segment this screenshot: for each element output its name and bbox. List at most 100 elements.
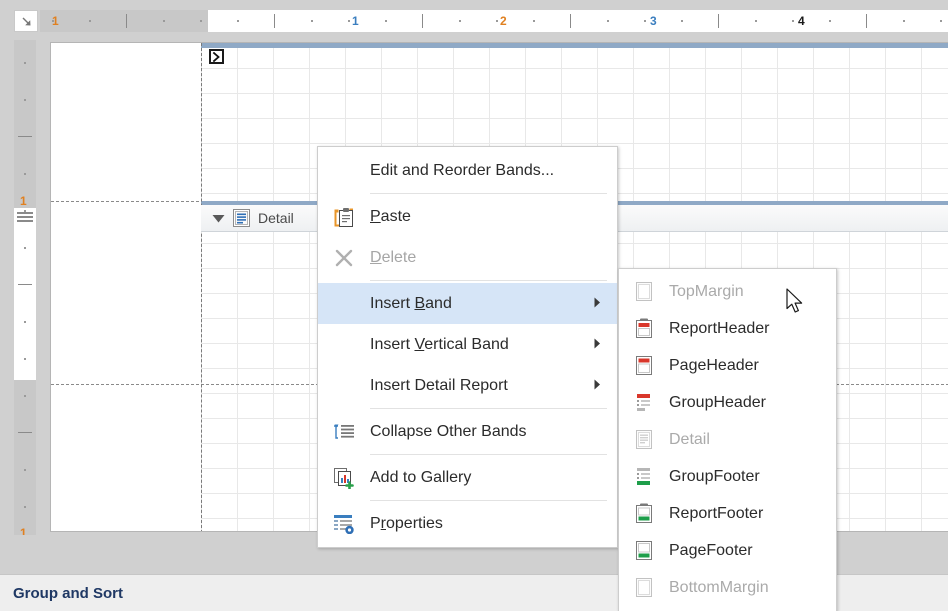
horizontal-ruler[interactable]: 11234 xyxy=(0,10,948,32)
submenu-item-label: GroupFooter xyxy=(669,468,760,486)
submenu-arrow-icon xyxy=(594,377,601,395)
paste-icon xyxy=(318,196,370,237)
menu-item-insert-detail-report[interactable]: Insert Detail Report xyxy=(318,365,617,406)
ruler-tick xyxy=(533,20,535,22)
menu-item-icon-spacer xyxy=(318,283,370,324)
submenu-item-topmargin: TopMargin xyxy=(619,273,836,310)
ruler-tick xyxy=(829,20,831,22)
menu-item-label: Paste xyxy=(370,208,411,226)
chevron-right-icon xyxy=(212,52,221,62)
ruler-number: 1 xyxy=(352,12,359,30)
menu-item-edit-and-reorder-bands[interactable]: Edit and Reorder Bands... xyxy=(318,150,617,191)
ruler-tick xyxy=(422,14,423,28)
vertical-ruler[interactable]: 11 xyxy=(14,40,36,535)
submenu-item-pagefooter[interactable]: PageFooter xyxy=(619,532,836,569)
ruler-tick xyxy=(200,20,202,22)
submenu-item-bottommargin: BottomMargin xyxy=(619,569,836,606)
ruler-tick xyxy=(607,20,609,22)
menu-item-label: Insert Vertical Band xyxy=(370,336,509,354)
ruler-tick xyxy=(755,20,757,22)
submenu-item-label: ReportFooter xyxy=(669,505,763,523)
submenu-item-label: GroupHeader xyxy=(669,394,766,412)
horizontal-ruler-track[interactable]: 11234 xyxy=(40,10,948,32)
ruler-number: 1 xyxy=(20,528,27,535)
ruler-tick xyxy=(274,14,275,28)
submenu-item-label: PageFooter xyxy=(669,542,753,560)
submenu-item-label: Detail xyxy=(669,431,710,449)
submenu-item-label: BottomMargin xyxy=(669,579,769,597)
topmargin-band-icon xyxy=(619,273,669,310)
pagefooter-band-icon xyxy=(619,532,669,569)
ruler-number: 4 xyxy=(798,12,805,30)
submenu-item-reportfooter[interactable]: ReportFooter xyxy=(619,495,836,532)
menu-separator xyxy=(370,454,607,455)
vertical-ruler-band-marker xyxy=(17,212,33,224)
smart-tag-button[interactable] xyxy=(209,49,224,64)
submenu-item-pageheader[interactable]: PageHeader xyxy=(619,347,836,384)
ruler-tick xyxy=(237,20,239,22)
add-to-gallery-icon xyxy=(318,457,370,498)
submenu-item-detail: Detail xyxy=(619,421,836,458)
ruler-tick xyxy=(24,358,26,360)
ruler-tick xyxy=(385,20,387,22)
detail-band-icon xyxy=(619,421,669,458)
ruler-tick xyxy=(18,284,32,285)
menu-item-icon-spacer xyxy=(318,365,370,406)
ruler-tick xyxy=(24,469,26,471)
band-context-menu[interactable]: Edit and Reorder Bands... Paste xyxy=(317,146,618,548)
submenu-arrow-icon xyxy=(594,295,601,313)
menu-item-insert-band[interactable]: Insert Band xyxy=(318,283,617,324)
ruler-tick xyxy=(348,20,350,22)
pageheader-band-icon xyxy=(619,347,669,384)
ruler-tick xyxy=(459,20,461,22)
submenu-item-reportheader[interactable]: ReportHeader xyxy=(619,310,836,347)
menu-item-icon-spacer xyxy=(318,324,370,365)
menu-item-label: Edit and Reorder Bands... xyxy=(370,162,554,180)
menu-item-label: Insert Detail Report xyxy=(370,377,508,395)
menu-item-icon-spacer xyxy=(318,150,370,191)
menu-item-paste[interactable]: Paste xyxy=(318,196,617,237)
submenu-item-label: PageHeader xyxy=(669,357,759,375)
reportheader-band-icon xyxy=(619,310,669,347)
ruler-tick xyxy=(570,14,571,28)
band-top-rail xyxy=(201,43,948,48)
menu-item-insert-vertical-band[interactable]: Insert Vertical Band xyxy=(318,324,617,365)
menu-item-add-to-gallery[interactable]: Add to Gallery xyxy=(318,457,617,498)
submenu-item-label: TopMargin xyxy=(669,283,744,301)
band-header-label: Detail xyxy=(258,210,294,226)
submenu-arrow-icon xyxy=(594,336,601,354)
detail-band-icon xyxy=(231,209,251,227)
ruler-tick xyxy=(24,506,26,508)
menu-item-properties[interactable]: Properties xyxy=(318,503,617,544)
menu-separator xyxy=(370,280,607,281)
menu-separator xyxy=(370,193,607,194)
ruler-number: 1 xyxy=(20,196,27,206)
ruler-tick xyxy=(89,20,91,22)
reportfooter-band-icon xyxy=(619,495,669,532)
ruler-tick xyxy=(644,20,646,22)
groupfooter-band-icon xyxy=(619,458,669,495)
triangle-down-icon xyxy=(212,214,225,223)
collapse-bands-icon xyxy=(318,411,370,452)
ruler-corner-button[interactable] xyxy=(14,10,38,32)
panel-title: Group and Sort xyxy=(13,585,123,602)
ruler-tick xyxy=(24,321,26,323)
properties-icon xyxy=(318,503,370,544)
submenu-item-label: ReportHeader xyxy=(669,320,770,338)
submenu-item-groupfooter[interactable]: GroupFooter xyxy=(619,458,836,495)
ruler-tick xyxy=(24,247,26,249)
ruler-number: 1 xyxy=(52,12,59,30)
ruler-tick xyxy=(940,20,942,22)
ruler-number: 3 xyxy=(650,12,657,30)
ruler-tick xyxy=(792,20,794,22)
insert-band-submenu[interactable]: TopMargin ReportHeader PageHeader GroupHead… xyxy=(618,268,837,611)
ruler-tick xyxy=(24,395,26,397)
ruler-tick xyxy=(24,62,26,64)
menu-item-collapse-other-bands[interactable]: Collapse Other Bands xyxy=(318,411,617,452)
delete-x-icon xyxy=(318,237,370,278)
band-collapse-toggle[interactable] xyxy=(205,214,231,223)
ruler-tick xyxy=(866,14,867,28)
submenu-item-groupheader[interactable]: GroupHeader xyxy=(619,384,836,421)
ruler-tick xyxy=(18,136,32,137)
menu-separator xyxy=(370,408,607,409)
